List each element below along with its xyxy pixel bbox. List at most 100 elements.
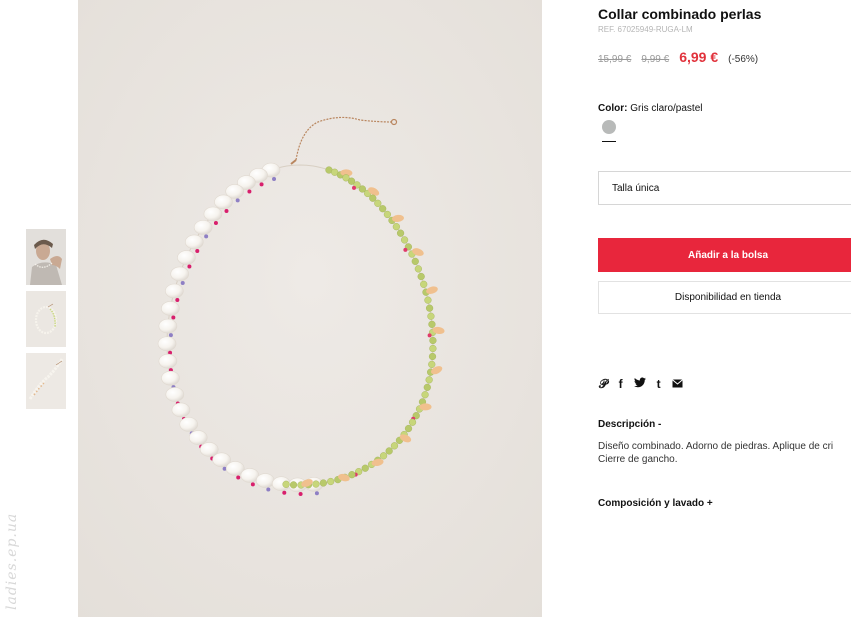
seed-bead [429,336,437,345]
color-label: Color: [598,103,628,114]
seed-bead [428,352,437,361]
accent-bead [259,182,264,187]
accent-bead [403,247,408,252]
pearl-bead [193,220,213,235]
seed-bead [369,194,377,202]
seed-bead [408,418,417,426]
accent-bead [168,333,173,338]
accent-bead [187,264,192,269]
pearl-bead [161,370,180,386]
pearl-bead [158,318,178,334]
thumbnail-detail[interactable] [26,353,66,409]
thumbnail-necklace[interactable] [26,291,66,347]
seed-bead [282,480,290,488]
accent-bead [282,490,287,495]
accent-bead [224,208,229,213]
accent-bead [314,491,319,496]
original-price: 15,99 € [598,54,632,65]
accent-bead [195,248,200,253]
seed-bead [400,236,409,244]
previous-price: 9,99 € [641,54,670,65]
accent-bead [250,482,255,487]
seed-bead [411,257,419,265]
necklace-illustration [78,0,542,617]
pearl-bead [214,194,233,210]
add-to-bag-button[interactable]: Añadir a la bolsa [598,238,851,272]
seed-bead [427,312,435,320]
thumbnail-list [26,229,66,415]
product-reference: REF. 67025949-RUGA-LM [598,25,693,34]
pearl-bead [161,301,180,316]
accent-bead [298,491,303,496]
seed-bead [327,477,335,486]
seed-bead [420,280,428,288]
product-image[interactable] [78,0,542,617]
pearl-bead [184,234,204,250]
seed-bead [385,447,393,455]
color-value: Gris claro/pastel [630,103,703,114]
pearl-bead [171,402,191,418]
seed-bead [390,442,399,450]
seed-bead [414,265,422,273]
seed-bead [404,424,413,433]
description-title[interactable]: Descripción - [598,419,661,430]
pearl-bead [170,266,190,282]
accent-bead [180,280,185,285]
seed-bead [396,229,405,237]
seed-bead [379,452,388,460]
share-icons: 𝒫 f t [599,377,683,390]
thumbnail-model[interactable] [26,229,66,285]
pearl-bead [158,353,178,369]
seed-bead [428,360,436,368]
twitter-icon[interactable] [633,377,646,390]
seed-bead [421,391,429,399]
color-swatch-gray[interactable] [602,120,616,134]
accent-bead [247,189,252,194]
accent-bead [236,475,241,480]
description-line: Diseño combinado. Adorno de piedras. Apl… [598,441,834,452]
seed-bead [348,471,356,479]
seed-bead [361,464,369,472]
size-selector[interactable]: Talla única [598,171,851,205]
pearl-bead [165,387,185,402]
seed-bead [424,296,432,304]
accent-bead [235,198,240,203]
seed-bead [425,304,434,312]
seed-bead [423,383,431,391]
accent-bead [352,185,357,190]
color-label-row: Color: Gris claro/pastel [598,103,702,114]
price-row: 15,99 € 9,99 € 6,99 € (-56%) [598,49,758,65]
pinterest-icon[interactable]: 𝒫 [599,378,608,390]
composition-toggle[interactable]: Composición y lavado + [598,498,713,509]
store-availability-button[interactable]: Disponibilidad en tienda [598,281,851,314]
pearl-bead [256,473,275,488]
accent-bead [266,487,271,492]
pearl-bead [188,430,208,445]
seed-bead [319,479,327,487]
accent-bead [171,315,176,320]
seed-bead [429,344,437,353]
accent-bead [272,177,277,182]
accent-bead [213,220,218,225]
discount-badge: (-56%) [728,54,759,65]
seed-bead [289,481,298,489]
facebook-icon[interactable]: f [619,378,623,390]
seed-bead [417,272,425,281]
swatch-selected-indicator [602,141,616,142]
tumblr-icon[interactable]: t [657,378,661,390]
description-line: Cierre de gancho. [598,454,678,465]
seed-bead [392,223,400,231]
seed-bead [374,199,382,207]
watermark: ladies.ep.ua [4,512,20,610]
seed-bead [312,480,320,488]
pearl-bead [157,336,177,352]
seed-bead [379,205,387,213]
mail-icon[interactable] [671,378,683,390]
current-price: 6,99 € [679,49,719,65]
accent-bead [175,298,180,303]
pearl-bead [165,283,184,299]
seed-bead [383,210,392,219]
pearl-bead [177,250,196,265]
pearl-bead [179,417,199,432]
description-text: Diseño combinado. Adorno de piedras. Apl… [598,440,851,466]
